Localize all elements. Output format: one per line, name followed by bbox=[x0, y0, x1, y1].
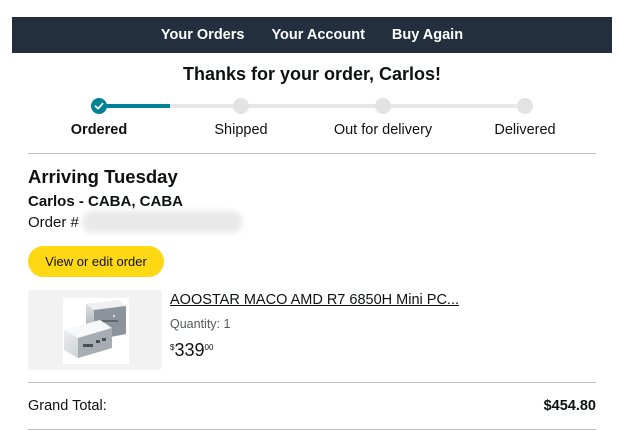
order-number-label: Order # bbox=[28, 214, 79, 231]
view-edit-order-button[interactable]: View or edit order bbox=[28, 246, 164, 277]
nav-your-orders[interactable]: Your Orders bbox=[161, 27, 245, 43]
product-price: $33900 bbox=[170, 340, 213, 361]
divider bbox=[28, 429, 596, 430]
price-whole: 339 bbox=[174, 340, 205, 360]
order-number-redacted bbox=[82, 211, 242, 233]
shipping-address: Carlos - CABA, CABA bbox=[28, 193, 184, 210]
step-label-delivered: Delivered bbox=[494, 122, 556, 138]
step-dot-delivered bbox=[517, 98, 533, 114]
grand-total-value: $454.80 bbox=[543, 398, 596, 414]
step-label-shipped: Shipped bbox=[214, 122, 268, 138]
grand-total-label: Grand Total: bbox=[28, 398, 107, 414]
step-dot-ordered bbox=[91, 98, 107, 114]
progress-line-complete bbox=[99, 104, 170, 108]
step-label-out-for-delivery: Out for delivery bbox=[333, 122, 433, 138]
shipment-progress-tracker: Ordered Shipped Out for delivery Deliver… bbox=[28, 96, 596, 138]
step-dot-shipped bbox=[233, 98, 249, 114]
price-currency: $ bbox=[170, 343, 175, 352]
mini-pc-image bbox=[63, 298, 129, 364]
product-quantity: Quantity: 1 bbox=[170, 317, 231, 331]
step-label-ordered: Ordered bbox=[70, 122, 128, 138]
nav-your-account[interactable]: Your Account bbox=[271, 27, 364, 43]
product-title-link[interactable]: AOOSTAR MACO AMD R7 6850H Mini PC... bbox=[170, 292, 459, 308]
checkmark-icon bbox=[94, 102, 104, 110]
progress-line-remaining bbox=[170, 104, 525, 108]
page-title: Thanks for your order, Carlos! bbox=[182, 64, 442, 84]
product-image[interactable] bbox=[28, 290, 162, 370]
step-dot-out-for-delivery bbox=[375, 98, 391, 114]
divider bbox=[28, 153, 596, 154]
arrival-heading: Arriving Tuesday bbox=[28, 166, 178, 187]
price-fraction: 00 bbox=[204, 343, 214, 352]
nav-buy-again[interactable]: Buy Again bbox=[392, 27, 463, 43]
divider bbox=[28, 382, 596, 383]
top-nav: Your Orders Your Account Buy Again bbox=[12, 17, 612, 53]
